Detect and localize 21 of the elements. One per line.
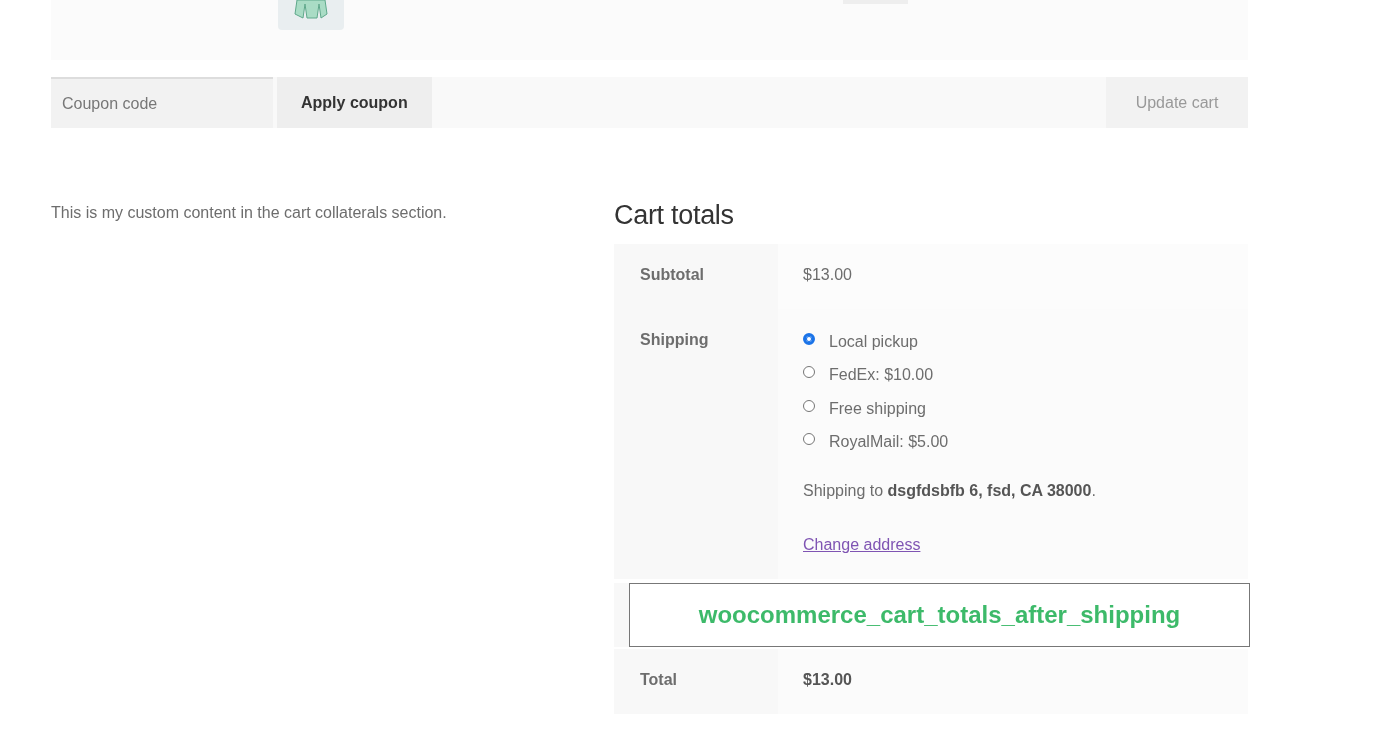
total-value: $13.00 xyxy=(778,649,1248,714)
collaterals-text: This is my custom content in the cart collaterals section. xyxy=(51,203,448,223)
shipping-destination: Shipping to dsgfdsbfb 6, fsd, CA 38000. xyxy=(803,481,1097,501)
cart-totals-heading: Cart totals xyxy=(614,199,735,232)
shipping-radio[interactable] xyxy=(803,366,815,379)
apply-coupon-button[interactable]: Apply coupon xyxy=(277,77,432,128)
coupon-code-field[interactable]: Coupon code xyxy=(51,77,273,128)
subtotal-label: Subtotal xyxy=(614,244,778,309)
total-label: Total xyxy=(614,649,778,714)
change-address-link[interactable]: Change address xyxy=(803,533,921,557)
shipping-label: Shipping xyxy=(614,309,778,579)
shipping-radio[interactable] xyxy=(803,332,815,345)
shipping-radio[interactable] xyxy=(803,433,815,446)
shipping-option-label[interactable]: RoyalMail: $5.00 xyxy=(829,433,949,452)
shirt-icon xyxy=(291,0,331,20)
shipping-option-label[interactable]: Local pickup xyxy=(829,332,918,351)
shipping-option-label[interactable]: FedEx: $10.00 xyxy=(829,366,934,385)
shipping-radio[interactable] xyxy=(803,399,815,412)
hook-label: woocommerce_cart_totals_after_shipping xyxy=(629,583,1250,647)
shipping-option-label[interactable]: Free shipping xyxy=(829,399,926,418)
product-thumbnail[interactable] xyxy=(278,0,344,30)
